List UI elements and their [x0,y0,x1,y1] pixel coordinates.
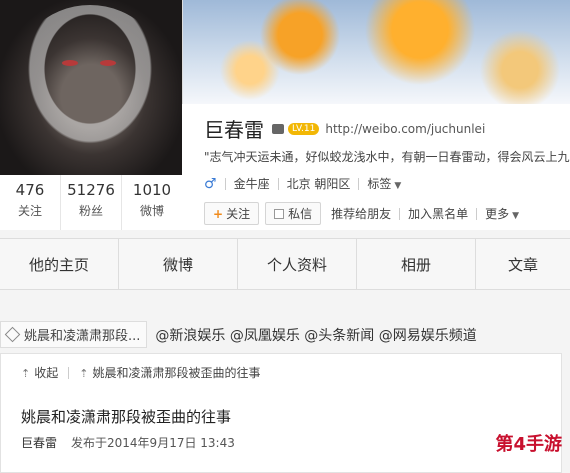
avatar[interactable] [0,0,183,175]
level-badge[interactable]: LV.11 [288,122,320,135]
divider [476,207,478,220]
tags-label: 标签 [367,177,392,191]
chevron-down-icon: ▼ [512,211,520,221]
stat-num: 51276 [67,181,115,199]
profile-actions: + 关注 私信 推荐给朋友 加入黑名单 更多 ▼ [204,202,519,225]
share-row: 姚晨和凌潇肃那段... @新浪娱乐 @凤凰娱乐 @头条新闻 @网易娱乐频道 [0,321,477,348]
article-title[interactable]: 姚晨和凌潇肃那段被歪曲的往事 [21,406,231,427]
arrow-up-icon: ⇡ [21,367,31,380]
tab-weibo[interactable]: 微博 [119,239,238,289]
profile-motto: "志气冲天运未通，好似蛟龙浅水中，有朝一日春雷动，得会风云上九 [204,150,570,164]
stat-following[interactable]: 476 关注 [0,175,61,230]
collapse-button[interactable]: ⇡ 收起 [21,364,58,381]
article-toolbar: ⇡ 收起 ⇡ 姚晨和凌潇肃那段被歪曲的往事 [21,364,260,381]
plus-icon: + [213,206,224,221]
watermark-logo: 第4手游 [495,434,562,455]
avatar-hair [10,5,170,165]
divider [358,177,360,190]
vip-crown-icon[interactable] [272,123,284,134]
stat-weibo[interactable]: 1010 微博 [122,175,182,230]
profile-name: 巨春雷 [204,118,264,142]
arrow-up-icon: ⇡ [79,367,89,380]
follow-label: 关注 [226,207,251,221]
recommend-link[interactable]: 推荐给朋友 [331,205,391,222]
divider [399,207,401,220]
main-content: 姚晨和凌潇肃那段... @新浪娱乐 @凤凰娱乐 @头条新闻 @网易娱乐频道 ⇡ 收… [0,305,570,473]
blacklist-link[interactable]: 加入黑名单 [408,205,468,222]
breadcrumb-label: 姚晨和凌潇肃那段被歪曲的往事 [92,366,261,380]
stat-label: 微博 [139,204,164,218]
divider [68,366,70,379]
divider [277,177,279,190]
article-author[interactable]: 巨春雷 [21,434,57,451]
tab-album[interactable]: 相册 [357,239,476,289]
profile-tabs: 他的主页 微博 个人资料 相册 文章 [0,238,570,290]
tab-profile-info[interactable]: 个人资料 [238,239,357,289]
profile-meta-row: ♂ 金牛座 北京 朝阳区 标签 ▼ [204,175,401,192]
message-label: 私信 [288,207,313,221]
male-icon: ♂ [204,175,217,192]
stat-num: 1010 [132,181,172,199]
profile-name-row: 巨春雷 LV.11 http://weibo.com/juchunlei [204,114,485,143]
follow-button[interactable]: + 关注 [204,202,260,225]
message-button[interactable]: 私信 [265,202,322,225]
collapse-label: 收起 [34,366,59,380]
zodiac: 金牛座 [233,177,270,191]
stat-label: 粉丝 [78,204,103,218]
profile-url[interactable]: http://weibo.com/juchunlei [325,122,485,136]
tab-articles[interactable]: 文章 [476,239,570,289]
chevron-down-icon: ▼ [394,181,402,191]
more-label: 更多 [485,207,510,221]
tag-icon [4,326,21,343]
article-card: ⇡ 收起 ⇡ 姚晨和凌潇肃那段被歪曲的往事 姚晨和凌潇肃那段被歪曲的往事 巨春雷 发… [0,353,562,473]
avatar-eye-right [100,60,116,66]
tab-home[interactable]: 他的主页 [0,239,119,289]
stat-num: 476 [15,181,45,199]
profile-stats: 476 关注 51276 粉丝 1010 微博 [0,175,182,230]
location: 北京 朝阳区 [286,177,351,191]
stat-followers[interactable]: 51276 粉丝 [61,175,122,230]
stat-label: 关注 [17,204,42,218]
envelope-icon [274,208,285,219]
avatar-eye-left [62,60,78,66]
mentions[interactable]: @新浪娱乐 @凤凰娱乐 @头条新闻 @网易娱乐频道 [155,325,476,345]
share-tag-label: 姚晨和凌潇肃那段... [24,329,141,344]
tags-dropdown[interactable]: 标签 ▼ [367,175,401,192]
share-tag[interactable]: 姚晨和凌潇肃那段... [0,321,148,348]
article-author-row: 巨春雷 发布于2014年9月17日 13:43 [21,434,235,451]
more-dropdown[interactable]: 更多 ▼ [485,205,519,222]
divider [224,177,226,190]
article-published: 发布于2014年9月17日 13:43 [71,436,235,450]
breadcrumb[interactable]: ⇡ 姚晨和凌潇肃那段被歪曲的往事 [79,364,260,381]
